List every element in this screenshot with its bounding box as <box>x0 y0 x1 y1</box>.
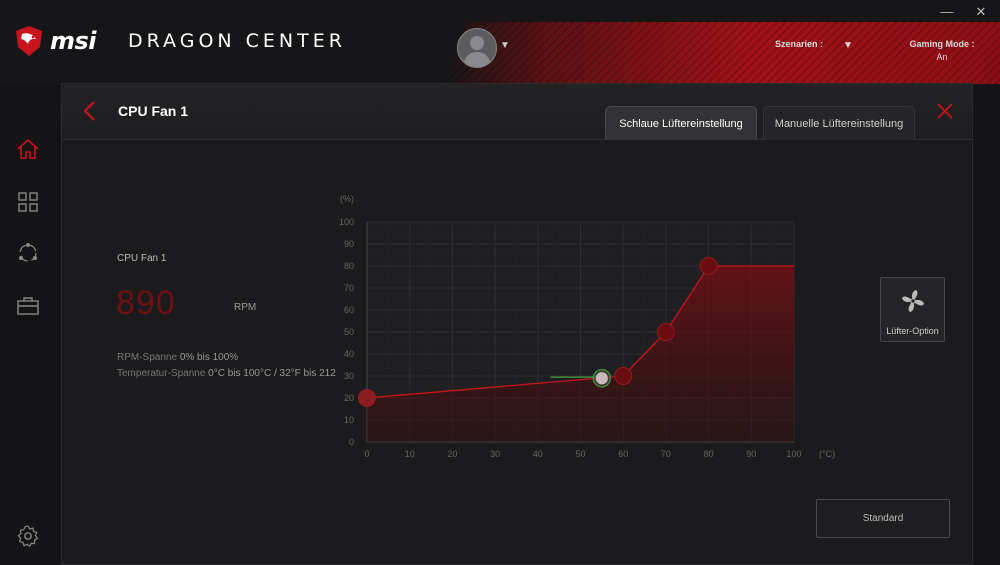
app-title: DRAGON CENTER <box>128 30 346 52</box>
home-icon[interactable] <box>16 137 40 161</box>
rpm-unit: RPM <box>234 302 257 313</box>
temp-range: Temperatur-Spanne 0°C bis 100°C / 32°F b… <box>117 368 336 379</box>
panel-title: CPU Fan 1 <box>118 103 189 119</box>
x-tick-label: 70 <box>661 449 671 459</box>
y-tick-label: 80 <box>344 261 354 271</box>
msi-logo: msi <box>14 24 97 58</box>
x-tick-label: 10 <box>405 449 415 459</box>
fan-option-label: Lüfter-Option <box>886 326 939 336</box>
dragon-shield-icon <box>16 26 42 56</box>
y-tick-label: 30 <box>344 371 354 381</box>
x-tick-label: 60 <box>618 449 628 459</box>
scenarios-dropdown-icon[interactable]: ▼ <box>843 40 853 51</box>
y-tick-label: 40 <box>344 349 354 359</box>
x-tick-label: 50 <box>575 449 585 459</box>
curve-control-point[interactable] <box>358 389 376 407</box>
temp-range-value: 0°C bis 100°C / 32°F bis 212 <box>208 368 336 379</box>
scenarios-label: Szenarien : <box>775 39 824 49</box>
x-tick-label: 30 <box>490 449 500 459</box>
y-tick-label: 60 <box>344 305 354 315</box>
toolbox-icon[interactable] <box>16 293 40 317</box>
panel-header: CPU Fan 1 Schlaue Lüftereinstellung Manu… <box>62 84 972 140</box>
standard-button[interactable]: Standard <box>816 499 950 538</box>
x-tick-label: 40 <box>533 449 543 459</box>
y-tick-label: 90 <box>344 239 354 249</box>
apps-grid-icon[interactable] <box>16 190 40 214</box>
rpm-range-label: RPM-Spanne <box>117 352 178 363</box>
minimize-button[interactable]: — <box>938 4 956 20</box>
y-unit-label: (%) <box>340 194 354 204</box>
tab-smart-fan[interactable]: Schlaue Lüftereinstellung <box>605 106 757 140</box>
y-tick-label: 70 <box>344 283 354 293</box>
x-unit-label: (°C) <box>819 449 835 459</box>
back-chevron-icon[interactable] <box>82 100 98 122</box>
fan-name: CPU Fan 1 <box>117 253 167 264</box>
close-icon[interactable] <box>936 102 954 120</box>
tab-manual-fan[interactable]: Manuelle Lüftereinstellung <box>763 106 915 140</box>
network-icon[interactable] <box>16 241 40 265</box>
curve-control-point[interactable] <box>656 323 675 341</box>
y-tick-label: 10 <box>344 415 354 425</box>
gaming-mode-toggle[interactable]: An <box>905 52 979 62</box>
gaming-mode-label: Gaming Mode : <box>909 39 975 49</box>
curve-control-point[interactable] <box>614 367 633 385</box>
rpm-range: RPM-Spanne 0% bis 100% <box>117 352 238 363</box>
curve-control-point[interactable] <box>699 257 718 275</box>
x-tick-label: 0 <box>364 449 369 459</box>
title-bar: — ✕ msi DRAGON CENTER ▼ Szenarien : ▼ Ga… <box>0 0 1000 84</box>
current-point <box>594 371 609 386</box>
brand-name: msi <box>50 27 97 55</box>
y-tick-label: 100 <box>339 217 354 227</box>
x-tick-label: 90 <box>746 449 756 459</box>
x-tick-label: 100 <box>786 449 801 459</box>
fan-curve-chart[interactable]: 0 10 20 30 40 50 60 70 80 90 100 0 10 20 30 40 50 60 70 80 9… <box>330 189 850 459</box>
gear-icon[interactable] <box>16 524 40 548</box>
temp-range-label: Temperatur-Spanne <box>117 368 206 379</box>
y-tick-label: 0 <box>349 437 354 447</box>
fan-option-button[interactable]: Lüfter-Option <box>880 277 945 342</box>
sidebar <box>0 84 60 563</box>
x-tick-label: 20 <box>447 449 457 459</box>
fan-icon <box>902 290 924 312</box>
user-silhouette-icon <box>463 36 491 67</box>
fan-settings-panel: CPU Fan 1 Schlaue Lüftereinstellung Manu… <box>61 83 973 565</box>
rpm-value: 890 <box>116 284 176 322</box>
rpm-range-value: 0% bis 100% <box>179 352 239 363</box>
avatar-dropdown-icon[interactable]: ▼ <box>500 40 510 51</box>
x-tick-label: 80 <box>704 449 714 459</box>
y-tick-label: 50 <box>344 327 354 337</box>
y-tick-label: 20 <box>344 393 354 403</box>
close-window-button[interactable]: ✕ <box>972 4 990 20</box>
user-avatar[interactable] <box>457 28 497 68</box>
